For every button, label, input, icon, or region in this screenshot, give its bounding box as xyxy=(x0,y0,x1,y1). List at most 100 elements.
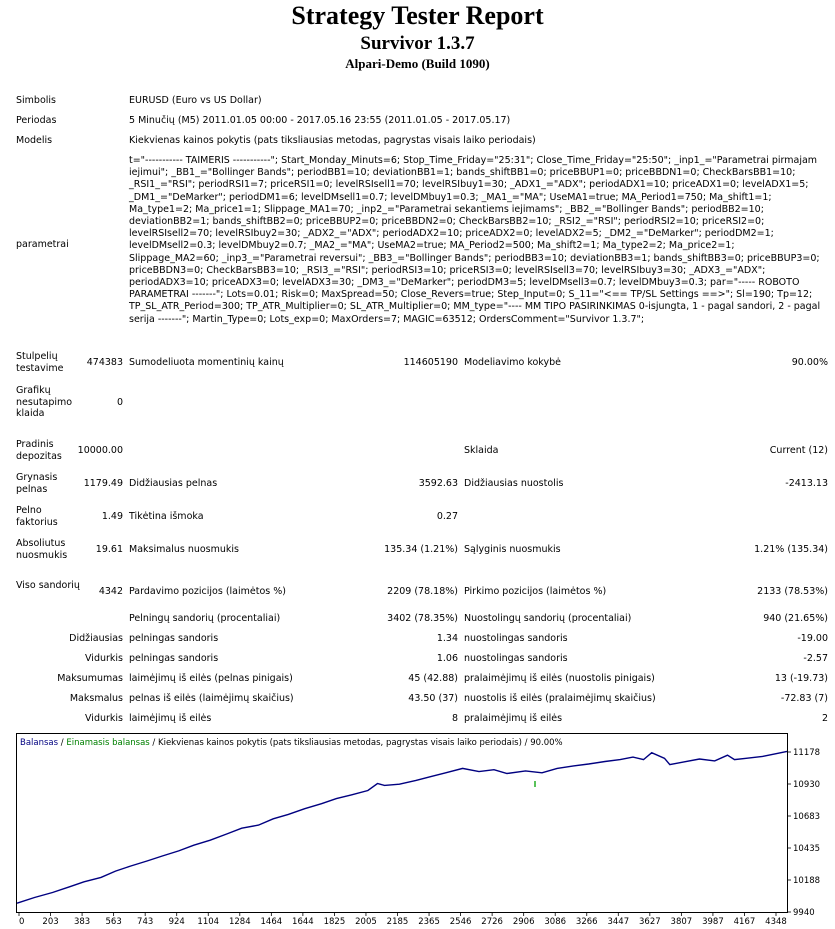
x-tick-label: 203 xyxy=(42,917,58,927)
x-axis-ticks: 0 203 383 563 743 924 1104 1284 1464 1644 1825 2005… xyxy=(18,912,787,927)
row1-prefix: Didžiausias xyxy=(69,633,123,644)
ticks-label: Sumodeliuota momentinių kainų xyxy=(129,357,284,368)
x-tick-label: 0 xyxy=(19,917,24,927)
short-value: 2209 (78.18%) xyxy=(387,586,458,597)
row2-prefix: Vidurkis xyxy=(85,653,123,664)
quality-label: Modeliavimo kokybė xyxy=(464,357,561,368)
y-tick-label: 10683 xyxy=(793,812,820,822)
row2-a-value: 1.06 xyxy=(436,653,458,664)
x-tick-label: 3447 xyxy=(607,917,629,927)
x-tick-label: 3627 xyxy=(639,917,661,927)
x-tick-label: 4167 xyxy=(734,917,756,927)
payoff-value: 0.27 xyxy=(436,511,458,522)
x-tick-label: 2726 xyxy=(481,917,503,927)
balance-chart: Balansas / Einamasis balansas / Kiekvien… xyxy=(16,733,820,927)
x-tick-label: 383 xyxy=(74,917,90,927)
report-title: Strategy Tester Report xyxy=(291,1,544,30)
x-tick-label: 3086 xyxy=(544,917,566,927)
row3-a-label: laimėjimų iš eilės (pelnas pinigais) xyxy=(129,673,293,684)
quality-value: 90.00% xyxy=(791,357,828,368)
symbol-value: EURUSD (Euro vs US Dollar) xyxy=(129,95,262,106)
row3-b-value: 13 (-19.73) xyxy=(774,673,828,684)
x-tick-label: 3266 xyxy=(576,917,598,927)
row1-a-label: pelningas sandoris xyxy=(129,633,219,644)
bars-value: 474383 xyxy=(86,357,123,368)
maxdd-value: 135.34 (1.21%) xyxy=(384,544,458,555)
row2-a-label: pelningas sandoris xyxy=(129,653,219,664)
payoff-label: Tikėtina išmoka xyxy=(129,511,204,522)
legend-rest: Kiekvienas kainos pokytis (pats tiksliau… xyxy=(158,738,563,748)
x-tick-label: 3987 xyxy=(702,917,724,927)
x-tick-label: 1104 xyxy=(197,917,219,927)
x-tick-label: 4348 xyxy=(765,917,787,927)
x-tick-label: 1464 xyxy=(261,917,283,927)
pf-value: 1.49 xyxy=(101,511,123,522)
y-tick-label: 9940 xyxy=(793,908,815,918)
mismatch-value: 0 xyxy=(116,397,123,408)
row2-b-value: -2.57 xyxy=(803,653,828,664)
spread-label: Sklaida xyxy=(464,445,499,456)
x-tick-label: 2906 xyxy=(513,917,535,927)
row4-a-value: 43.50 (37) xyxy=(408,693,458,704)
row4-prefix: Maksmalus xyxy=(69,693,123,704)
reldd-label: Sąlyginis nuosmukis xyxy=(464,544,561,555)
row5-b-value: 2 xyxy=(821,713,828,724)
y-tick-label: 10930 xyxy=(793,780,820,790)
chart-legend: Balansas / Einamasis balansas / Kiekvien… xyxy=(20,738,563,748)
row1-a-value: 1.34 xyxy=(436,633,458,644)
long-label: Pirkimo pozicijos (laimėtos %) xyxy=(464,586,607,597)
legend-balance: Balansas xyxy=(20,738,59,748)
x-tick-label: 924 xyxy=(169,917,185,927)
legend-sep1: / xyxy=(58,738,66,748)
row5-prefix: Vidurkis xyxy=(85,713,123,724)
y-tick-label: 11178 xyxy=(793,748,820,758)
row3-a-value: 45 (42.88) xyxy=(408,673,458,684)
absdd-value: 19.61 xyxy=(95,544,123,555)
wins-label: Pelningų sandorių (procentaliai) xyxy=(129,613,281,624)
y-tick-label: 10435 xyxy=(793,844,820,854)
y-tick-label: 10188 xyxy=(793,876,820,886)
symbol-label: Simbolis xyxy=(16,95,56,106)
grossprofit-value: 3592.63 xyxy=(418,478,458,489)
x-tick-label: 2005 xyxy=(355,917,377,927)
legend-sep2: / xyxy=(150,738,158,748)
model-label: Modelis xyxy=(16,135,53,146)
long-value: 2133 (78.53%) xyxy=(757,586,828,597)
spread-value: Current (12) xyxy=(769,445,828,456)
x-tick-label: 2365 xyxy=(418,917,440,927)
x-tick-label: 563 xyxy=(106,917,122,927)
legend-equity: Einamasis balansas xyxy=(66,738,150,748)
row2-b-label: nuostolingas sandoris xyxy=(464,653,568,664)
deposit-value: 10000.00 xyxy=(77,445,123,456)
row5-a-label: laimėjimų iš eilės xyxy=(129,713,212,724)
expert-name: Survivor 1.3.7 xyxy=(360,33,475,54)
row3-prefix: Maksumumas xyxy=(57,673,123,684)
losses-value: 940 (21.65%) xyxy=(763,613,828,624)
wins-value: 3402 (78.35%) xyxy=(387,613,458,624)
row1-b-value: -19.00 xyxy=(797,633,828,644)
row5-a-value: 8 xyxy=(451,713,458,724)
x-tick-label: 2185 xyxy=(387,917,409,927)
model-value: Kiekvienas kainos pokytis (pats tiksliau… xyxy=(129,135,536,146)
grossprofit-label: Didžiausias pelnas xyxy=(129,478,218,489)
short-label: Pardavimo pozicijos (laimėtos %) xyxy=(129,586,286,597)
total-value: 4342 xyxy=(98,586,123,597)
params-value: t="----------- TAIMERIS -----------"; St… xyxy=(129,155,821,325)
x-tick-label: 1644 xyxy=(292,917,314,927)
ticks-value: 114605190 xyxy=(403,357,458,368)
row4-b-label: nuostolis iš eilės (pralaimėjimų skaičiu… xyxy=(464,693,656,704)
grossloss-label: Didžiausias nuostolis xyxy=(464,478,564,489)
x-tick-label: 743 xyxy=(137,917,153,927)
x-tick-label: 3807 xyxy=(671,917,693,927)
y-axis-ticks: 11178 10930 10683 10435 10188 9940 xyxy=(787,748,820,918)
row4-b-value: -72.83 (7) xyxy=(780,693,828,704)
params-label: parametrai xyxy=(16,239,69,250)
reldd-value: 1.21% (135.34) xyxy=(754,544,828,555)
row1-b-label: nuostolingas sandoris xyxy=(464,633,568,644)
chart-frame xyxy=(16,733,788,913)
server-build: Alpari-Demo (Build 1090) xyxy=(345,56,490,71)
netprofit-value: 1179.49 xyxy=(83,478,123,489)
grossloss-value: -2413.13 xyxy=(785,478,828,489)
row4-a-label: pelnas iš eilės (laimėjimų skaičius) xyxy=(129,693,294,704)
maxdd-label: Maksimalus nuosmukis xyxy=(129,544,239,555)
